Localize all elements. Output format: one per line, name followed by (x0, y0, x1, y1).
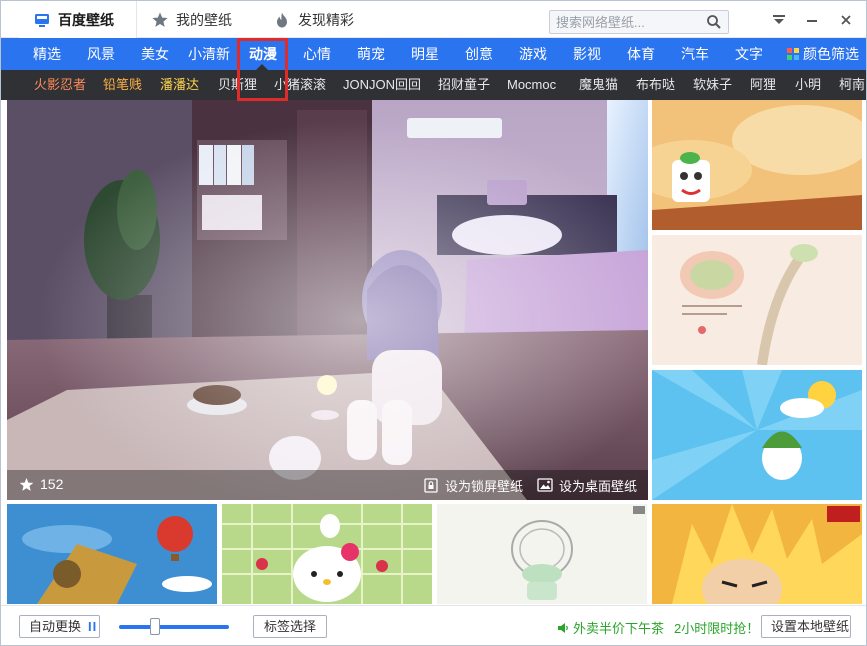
set-lockscreen-button[interactable]: 设为锁屏壁纸 (423, 476, 523, 495)
star-icon (152, 12, 168, 27)
sketch-character-thumbnail (437, 504, 647, 604)
tab-label: 发现精彩 (298, 11, 354, 28)
bottom-toolbar: 自动更换 II 标签选择 外卖半价下午茶 2小时限时抢！ 设置本地壁纸 (1, 605, 866, 645)
minimize-icon (807, 20, 817, 22)
tag-item[interactable]: 铅笔贱 (103, 70, 142, 100)
wallpaper-thumbnail[interactable] (437, 504, 647, 604)
category-item[interactable]: 游戏 (509, 38, 557, 70)
wallpaper-logo-icon (35, 13, 49, 27)
minimize-button[interactable] (803, 11, 821, 29)
category-bar: 精选 风景 美女 小清新 动漫 心情 萌宠 明星 创意 游戏 影视 体育 汽车 … (1, 38, 866, 70)
auto-change-button[interactable]: 自动更换 II (19, 615, 100, 638)
tag-item[interactable]: 小猪滚滚 (274, 70, 326, 100)
promo-text-1: 外卖半价下午茶 (573, 621, 665, 636)
tab-label: 我的壁纸 (176, 11, 232, 28)
pause-icon: II (88, 619, 98, 634)
desktop-image-icon (537, 478, 553, 492)
slider-track (155, 625, 229, 629)
category-item[interactable]: 精选 (23, 38, 71, 70)
tab-label: 百度壁纸 (58, 11, 114, 28)
set-desktop-label: 设为桌面壁纸 (559, 479, 638, 494)
anime-bedroom-illustration (7, 100, 648, 500)
category-item[interactable]: 体育 (617, 38, 665, 70)
app-window: 百度壁纸 我的壁纸 发现精彩 搜索网络壁纸... 精选 风景 美女 小清新 动漫… (0, 0, 867, 646)
like-count-value: 152 (40, 476, 64, 492)
search-input[interactable] (550, 11, 700, 33)
category-item[interactable]: 明星 (401, 38, 449, 70)
color-grid-icon (787, 48, 799, 60)
search-icon[interactable] (706, 14, 722, 30)
tag-item[interactable]: 潘潘达 (160, 70, 199, 100)
star-icon (19, 477, 34, 491)
super-saiyan-thumbnail (652, 504, 862, 604)
wallpaper-thumbnail[interactable] (652, 370, 862, 500)
interval-slider[interactable] (119, 618, 229, 635)
category-item[interactable]: 风景 (77, 38, 125, 70)
tag-item[interactable]: 招财童子 (438, 70, 490, 100)
color-filter-button[interactable]: 颜色筛选 (787, 38, 859, 70)
category-item[interactable]: 心情 (293, 38, 341, 70)
category-item[interactable]: 影视 (563, 38, 611, 70)
tag-item[interactable]: JONJON回回 (343, 70, 421, 100)
menu-dropdown-icon (773, 15, 785, 24)
tag-item[interactable]: 火影忍者 (34, 70, 86, 100)
tag-item[interactable]: 贝斯狸 (218, 70, 257, 100)
category-item[interactable]: 萌宠 (347, 38, 395, 70)
set-lockscreen-label: 设为锁屏壁纸 (445, 479, 524, 494)
flame-icon (277, 12, 287, 27)
wallpaper-thumbnail[interactable] (7, 504, 217, 604)
tag-item[interactable]: 小明 (795, 70, 821, 100)
close-icon (841, 15, 851, 25)
search-box (549, 10, 729, 34)
tag-select-button[interactable]: 标签选择 (253, 615, 327, 638)
menu-button[interactable] (770, 11, 788, 29)
promo-link[interactable]: 外卖半价下午茶 2小时限时抢！ (557, 618, 759, 637)
category-item[interactable]: 创意 (455, 38, 503, 70)
watermelon-character-thumbnail (652, 370, 862, 500)
giraffe-balloon-thumbnail (652, 235, 862, 365)
promo-text-2: 2小时限时抢！ (674, 621, 760, 636)
auto-change-label: 自动更换 (29, 619, 82, 634)
tab-baidu-wallpaper[interactable]: 百度壁纸 (19, 1, 137, 38)
tag-bar: 火影忍者 铅笔贱 潘潘达 贝斯狸 小猪滚滚 JONJON回回 招财童子 Mocm… (1, 70, 866, 100)
category-item[interactable]: 小清新 (185, 38, 233, 70)
cartoon-sunset-thumbnail (652, 100, 862, 230)
color-filter-label: 颜色筛选 (803, 46, 859, 62)
tag-item[interactable]: 软妹子 (693, 70, 732, 100)
tab-discover[interactable]: 发现精彩 (273, 1, 354, 38)
wallpaper-thumbnail[interactable] (652, 504, 862, 604)
category-item[interactable]: 文字 (725, 38, 773, 70)
bird-balloon-thumbnail (7, 504, 217, 604)
wallpaper-thumbnail[interactable] (652, 235, 862, 365)
tag-item[interactable]: 魔鬼猫 (579, 70, 618, 100)
active-category-pointer (256, 64, 268, 70)
tab-my-wallpaper[interactable]: 我的壁纸 (151, 1, 232, 38)
featured-wallpaper[interactable]: 152 设为锁屏壁纸 设为桌面壁纸 (7, 100, 648, 500)
wallpaper-action-bar: 152 设为锁屏壁纸 设为桌面壁纸 (7, 470, 648, 500)
tag-item[interactable]: Mocmoc (507, 70, 556, 100)
category-item[interactable]: 汽车 (671, 38, 719, 70)
wallpaper-thumbnail[interactable] (222, 504, 432, 604)
wallpaper-thumbnail[interactable] (652, 100, 862, 230)
hello-kitty-thumbnail (222, 504, 432, 604)
close-button[interactable] (837, 11, 855, 29)
title-bar: 百度壁纸 我的壁纸 发现精彩 (1, 1, 866, 38)
like-count[interactable]: 152 (19, 476, 63, 492)
lock-screen-icon (424, 478, 438, 493)
set-desktop-button[interactable]: 设为桌面壁纸 (537, 476, 637, 495)
tag-item[interactable]: 阿狸 (750, 70, 776, 100)
set-local-wallpaper-button[interactable]: 设置本地壁纸 (761, 615, 851, 638)
category-item[interactable]: 美女 (131, 38, 179, 70)
speaker-icon (558, 622, 568, 633)
tag-item[interactable]: 柯南 (839, 70, 865, 100)
slider-handle[interactable] (150, 618, 160, 635)
tag-item[interactable]: 布布哒 (636, 70, 675, 100)
